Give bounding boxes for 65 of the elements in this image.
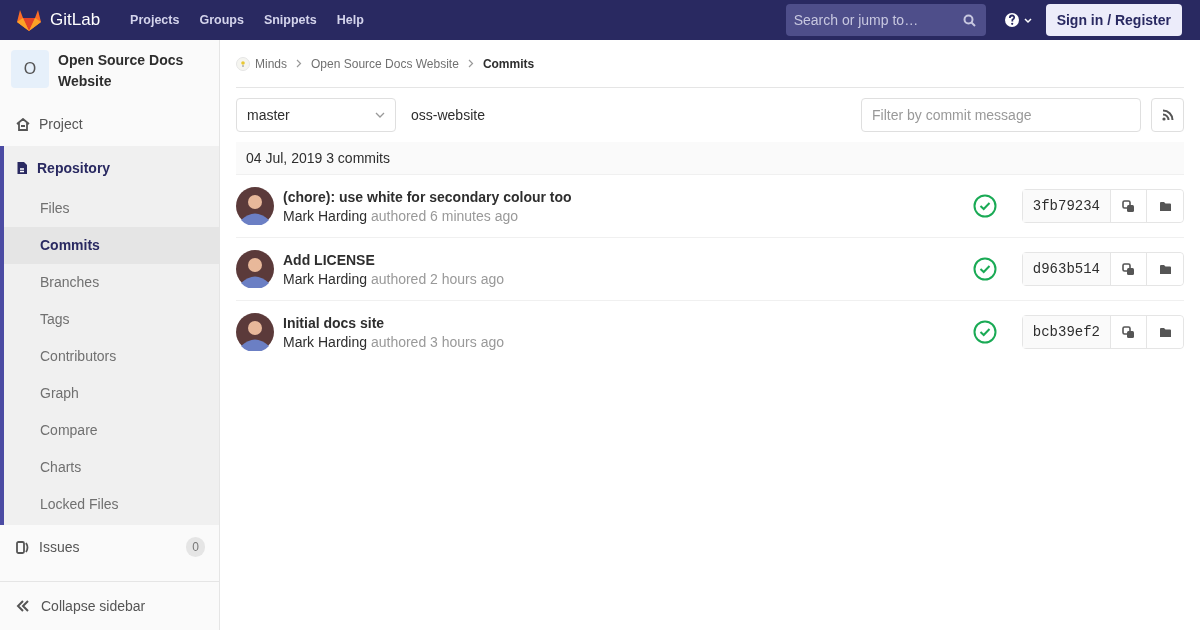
project-avatar[interactable]: O (11, 50, 49, 88)
collapse-sidebar-button[interactable]: Collapse sidebar (0, 582, 219, 630)
sidebar-subitem[interactable]: Contributors (4, 338, 219, 375)
copy-icon (1122, 325, 1135, 339)
commit-time: authored 6 minutes ago (370, 207, 519, 224)
rss-icon (1161, 109, 1174, 121)
copy-icon (1122, 199, 1135, 213)
commit-time: authored 3 hours ago (370, 333, 505, 350)
copy-icon (1122, 262, 1135, 276)
author-link[interactable]: Mark Harding (283, 270, 368, 287)
day-header: 04 Jul, 2019 3 commits (236, 142, 1184, 175)
search-field[interactable]: Search or jump to… (785, 4, 986, 36)
sidebar-subitem[interactable]: Commits (4, 227, 219, 264)
commit-sha[interactable]: bcb39ef2 (1022, 316, 1111, 348)
path-label: oss-website (411, 107, 485, 123)
nav-link[interactable]: Snippets (253, 13, 327, 27)
sidebar-subitem[interactable]: Branches (4, 264, 219, 301)
nav-link[interactable]: Groups (189, 13, 254, 27)
sign-in-button[interactable]: Sign in / Register (1045, 4, 1182, 36)
search-icon (962, 14, 976, 27)
issues-icon (16, 540, 30, 554)
sidebar-subitem[interactable]: Tags (4, 301, 219, 338)
breadcrumb-link[interactable]: Open Source Docs Website (311, 56, 459, 71)
sidebar-item[interactable]: Project (4, 102, 219, 146)
sidebar-subitem[interactable]: Compare (4, 412, 219, 449)
branch-dropdown[interactable]: master (236, 98, 396, 132)
folder-icon (1158, 200, 1172, 212)
user-avatar-icon[interactable] (236, 250, 274, 288)
status-check-icon[interactable] (972, 194, 997, 218)
document-icon (16, 161, 28, 175)
sidebar-subitem[interactable]: Locked Files (4, 486, 219, 523)
group-avatar-icon (236, 56, 250, 71)
sidebar-subitem[interactable]: Charts (4, 449, 219, 486)
nav-link[interactable]: Help (326, 13, 374, 27)
user-avatar-icon[interactable] (236, 313, 274, 351)
sidebar-item[interactable]: Repository (4, 146, 219, 190)
status-check-icon[interactable] (972, 257, 997, 281)
home-icon (16, 117, 30, 131)
author-link[interactable]: Mark Harding (283, 333, 368, 350)
breadcrumb-link[interactable]: Minds (255, 56, 287, 71)
status-check-icon[interactable] (972, 320, 997, 344)
sidebar-item[interactable]: Issues 0 (4, 525, 219, 569)
project-name[interactable]: Open Source Docs Website (58, 50, 209, 92)
commit-title[interactable]: Initial docs site (283, 314, 964, 331)
user-avatar-icon[interactable] (236, 187, 274, 225)
commit-sha[interactable]: d963b514 (1022, 253, 1111, 285)
sidebar-subitem[interactable]: Graph (4, 375, 219, 412)
folder-icon (1158, 326, 1172, 338)
nav-link[interactable]: Projects (120, 13, 190, 27)
commit-sha[interactable]: 3fb79234 (1022, 190, 1111, 222)
issue-count: 0 (186, 537, 205, 557)
caret-icon (375, 112, 385, 118)
folder-icon (1158, 263, 1172, 275)
commit-title[interactable]: (chore): use white for secondary colour too (283, 188, 964, 205)
author-link[interactable]: Mark Harding (283, 207, 368, 224)
commit-title[interactable]: Add LICENSE (283, 251, 964, 268)
sidebar-subitem[interactable]: Files (4, 190, 219, 227)
breadcrumb-link[interactable]: Commits (482, 56, 535, 71)
commit-time: authored 2 hours ago (370, 270, 505, 287)
fox-logo-icon[interactable] (16, 8, 42, 32)
double-chevron-icon (16, 600, 30, 612)
rss-button[interactable] (1151, 98, 1184, 132)
help-icon[interactable] (1003, 12, 1034, 28)
brand-name[interactable]: GitLab (50, 10, 101, 30)
filter-field[interactable]: Filter by commit message (861, 98, 1141, 132)
